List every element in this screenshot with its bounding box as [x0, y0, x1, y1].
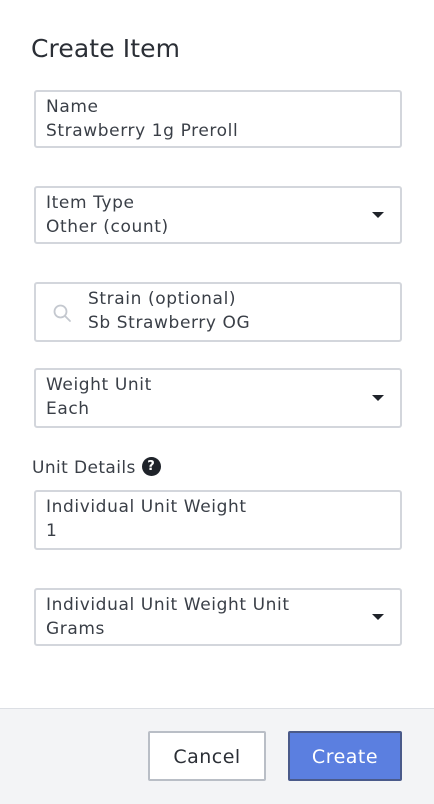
strain-label: Strain (optional) [88, 289, 237, 309]
name-field[interactable]: Name Strawberry 1g Preroll [34, 90, 402, 148]
name-label: Name [46, 97, 99, 117]
unit-weight-unit-label: Individual Unit Weight Unit [46, 595, 290, 615]
strain-search-field[interactable]: Strain (optional) Sb Strawberry OG [34, 282, 402, 342]
chevron-down-icon[interactable] [372, 212, 384, 218]
cancel-button[interactable]: Cancel [148, 731, 266, 781]
search-icon [53, 304, 71, 322]
strain-value[interactable]: Sb Strawberry OG [88, 313, 250, 333]
unit-details-label: Unit Details [32, 458, 136, 478]
name-value[interactable]: Strawberry 1g Preroll [46, 121, 238, 141]
chevron-down-icon[interactable] [372, 614, 384, 620]
dialog-footer: Cancel Create [0, 708, 434, 804]
weight-unit-label: Weight Unit [46, 375, 152, 395]
unit-weight-label: Individual Unit Weight [46, 497, 247, 517]
create-button[interactable]: Create [288, 731, 402, 781]
item-type-label: Item Type [46, 193, 135, 213]
unit-weight-unit-select[interactable]: Individual Unit Weight Unit Grams [34, 588, 402, 646]
create-item-dialog: Create Item Name Strawberry 1g Preroll I… [0, 0, 434, 804]
unit-weight-unit-value: Grams [46, 619, 105, 639]
dialog-title: Create Item [31, 34, 181, 63]
chevron-down-icon[interactable] [372, 395, 384, 401]
item-type-select[interactable]: Item Type Other (count) [34, 186, 402, 244]
weight-unit-value: Each [46, 399, 90, 419]
weight-unit-select[interactable]: Weight Unit Each [34, 368, 402, 428]
unit-details-heading: Unit Details? [32, 457, 161, 478]
unit-weight-field[interactable]: Individual Unit Weight 1 [34, 490, 402, 550]
help-icon[interactable]: ? [141, 457, 161, 476]
item-type-value: Other (count) [46, 217, 169, 237]
unit-weight-value[interactable]: 1 [46, 521, 57, 541]
